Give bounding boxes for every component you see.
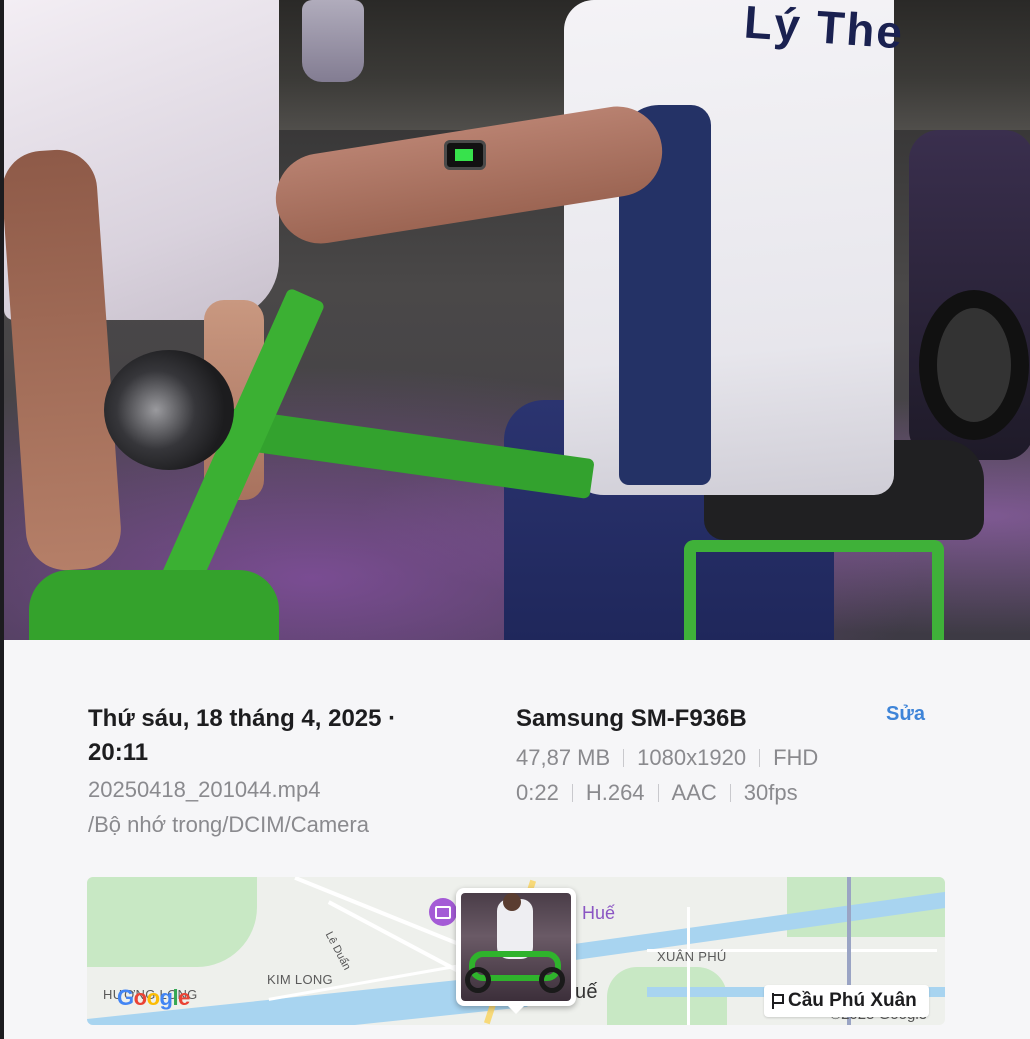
thumb-wheel: [539, 967, 565, 993]
device-model: Samsung SM-F936B: [516, 705, 747, 732]
logo-letter: o: [133, 985, 147, 1010]
location-map[interactable]: Lê Duẩn KIM LONG XUÂN PHÚ HƯƠNG LONG nh …: [87, 877, 945, 1025]
bike-fender: [29, 570, 279, 640]
logo-letter: o: [146, 985, 160, 1010]
spec-frame-rate: 30fps: [743, 780, 798, 805]
video-frame[interactable]: Lý The: [4, 0, 1030, 640]
bike-rear-rack: [684, 540, 944, 640]
file-name: 20250418_201044.mp4: [88, 777, 321, 802]
water-bottle: [302, 0, 364, 82]
logo-letter: g: [159, 985, 173, 1010]
divider: [759, 749, 761, 767]
capture-date-time: Thứ sáu, 18 tháng 4, 2025 · 20:11: [88, 705, 397, 766]
map-park: [87, 877, 257, 967]
thumb-head: [503, 893, 521, 911]
edit-button[interactable]: Sửa: [886, 703, 925, 726]
flag-icon: [772, 993, 784, 1009]
spec-resolution: 1080x1920: [637, 745, 747, 770]
file-path: /Bộ nhớ trong/DCIM/Camera: [88, 812, 369, 837]
spec-duration: 0:22: [516, 780, 559, 805]
motorbike-wheel: [919, 290, 1029, 440]
spec-video-codec: H.264: [585, 780, 645, 805]
spec-row-size: 47,87 MB 1080x1920 FHD: [516, 745, 818, 771]
map-district-label: KIM LONG: [267, 972, 333, 987]
map-road: [687, 907, 690, 1025]
place-name-chip[interactable]: Cầu Phú Xuân: [764, 985, 929, 1017]
divider: [571, 784, 573, 802]
bike-speed-meter: [444, 140, 486, 170]
spec-row-codec: 0:22 H.264 AAC 30fps: [516, 780, 798, 806]
map-district-label: XUÂN PHÚ: [657, 949, 727, 964]
bike-headlight: [104, 350, 234, 470]
divider: [729, 784, 731, 802]
person-right-shirt: [564, 0, 894, 495]
location-photo-thumbnail[interactable]: [456, 888, 576, 1014]
thumbnail-image: [461, 893, 571, 1001]
logo-letter: G: [117, 985, 134, 1010]
spec-quality: FHD: [773, 745, 819, 770]
divider: [657, 784, 659, 802]
logo-letter: e: [178, 985, 190, 1010]
spec-audio-codec: AAC: [671, 780, 717, 805]
background-motorbike: [909, 130, 1030, 460]
google-logo: Google: [117, 985, 190, 1011]
thumb-wheel: [465, 967, 491, 993]
spec-file-size: 47,87 MB: [516, 745, 611, 770]
camera-pin-icon: [429, 898, 457, 926]
map-city-label: uế: [575, 981, 598, 1003]
place-name: Cầu Phú Xuân: [788, 990, 917, 1011]
details-panel: Thứ sáu, 18 tháng 4, 2025 · 20:11 202504…: [4, 640, 1030, 1039]
divider: [623, 749, 625, 767]
map-street-label: Lê Duẩn: [322, 929, 353, 973]
